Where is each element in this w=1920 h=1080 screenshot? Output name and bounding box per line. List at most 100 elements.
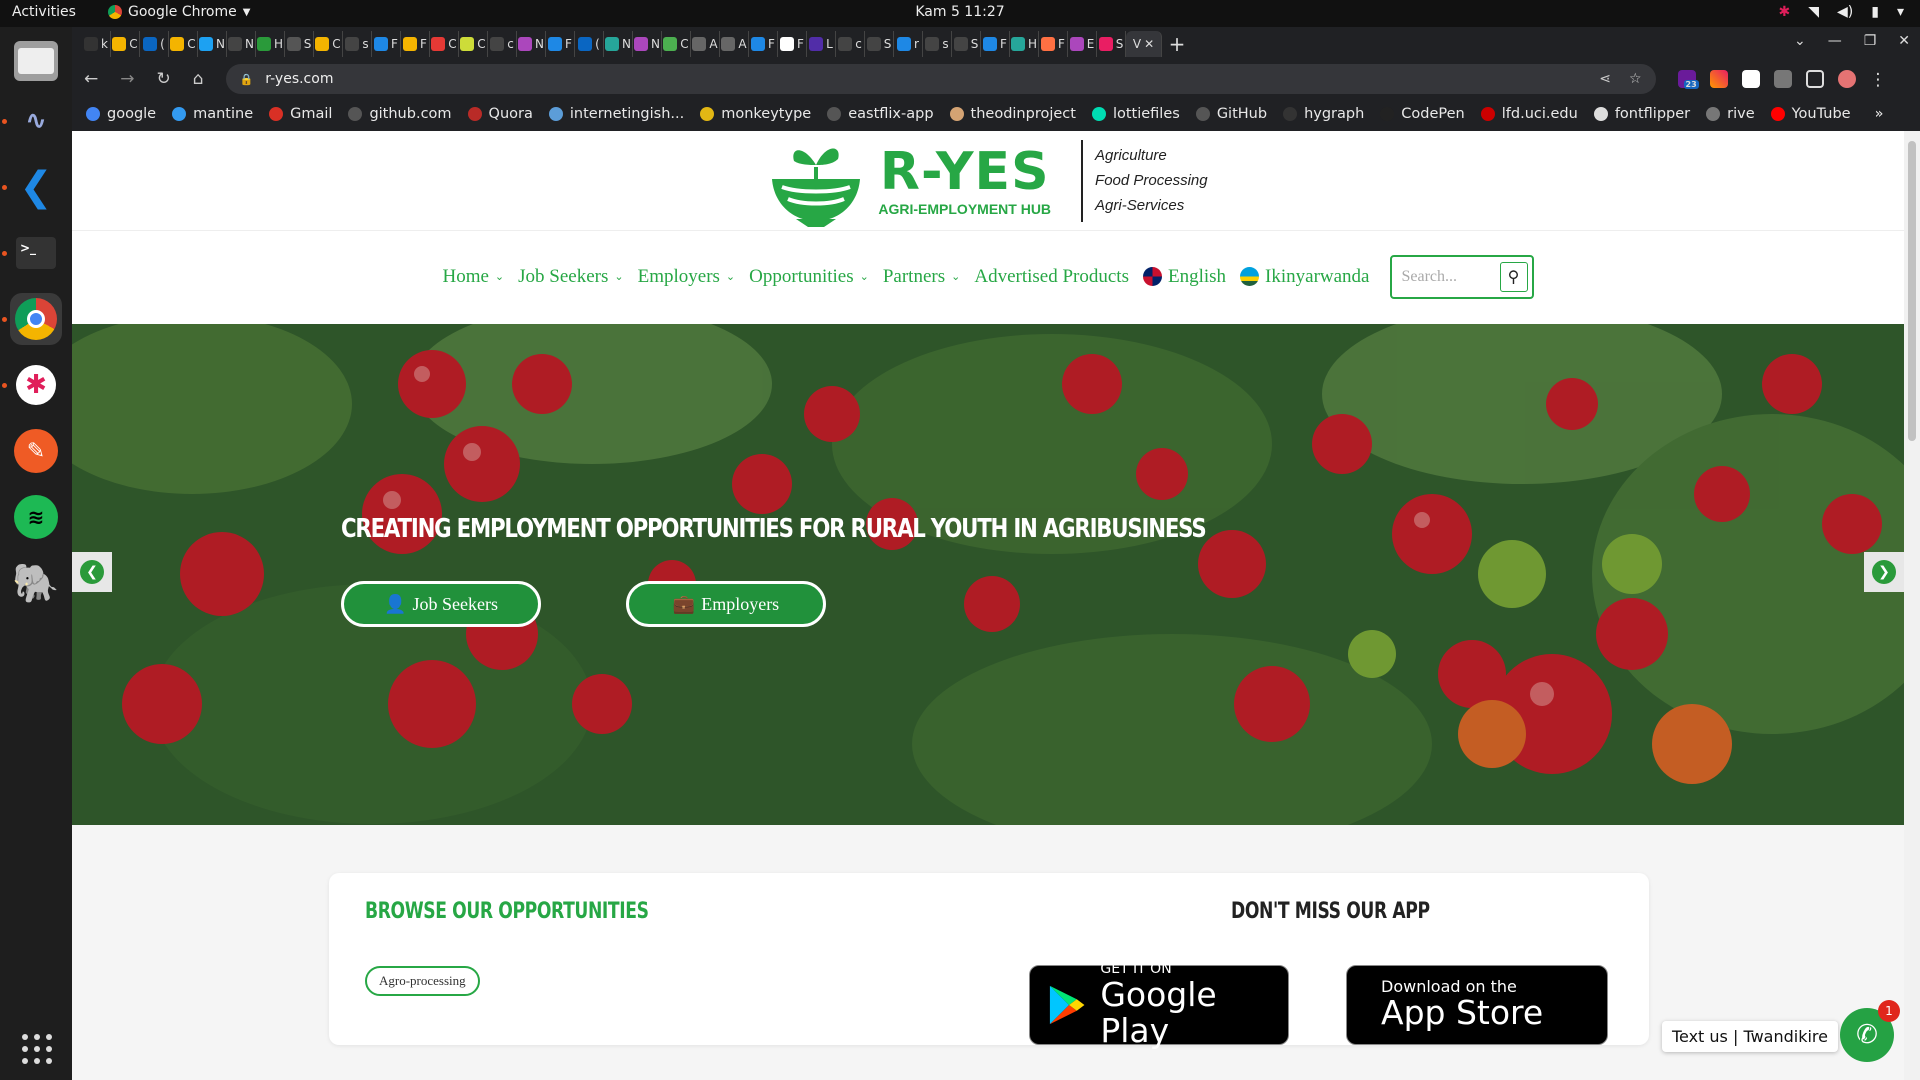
bookmark-item[interactable]: monkeytype	[700, 106, 811, 122]
app-store-button[interactable]: Download on the App Store	[1346, 965, 1608, 1045]
browser-tab[interactable]: s	[923, 30, 952, 57]
battery-icon[interactable]: ▮	[1871, 4, 1879, 20]
browser-tab[interactable]: r	[894, 30, 923, 57]
language-english[interactable]: English	[1142, 266, 1226, 288]
share-icon[interactable]: ⋖	[1599, 71, 1611, 87]
browser-tab[interactable]: H	[256, 30, 285, 57]
bookmark-item[interactable]: eastflix-app	[827, 106, 934, 122]
browser-tab[interactable]: N	[198, 30, 227, 57]
browser-tab[interactable]: N	[604, 30, 633, 57]
browser-tab[interactable]: F	[401, 30, 430, 57]
clock[interactable]: Kam 5 11:27	[915, 4, 1004, 20]
postman-icon[interactable]: ✎	[10, 425, 62, 477]
slider-prev-button[interactable]: ❮	[72, 552, 112, 592]
bookmark-item[interactable]: rive	[1706, 106, 1755, 122]
browser-tab[interactable]: S	[1097, 30, 1126, 57]
bookmark-item[interactable]: mantine	[172, 106, 253, 122]
browser-tab-active[interactable]: V ✕	[1126, 30, 1162, 57]
browser-tab[interactable]: E	[1068, 30, 1097, 57]
show-apps-icon[interactable]	[22, 1034, 52, 1064]
bookmark-item[interactable]: GitHub	[1195, 106, 1267, 122]
close-window-icon[interactable]: ✕	[1898, 33, 1910, 49]
browser-tab[interactable]: N	[517, 30, 546, 57]
browser-tab[interactable]: F	[981, 30, 1010, 57]
whatsapp-button[interactable]: ✆ 1	[1840, 1000, 1900, 1062]
url-text[interactable]: r-yes.com	[265, 71, 333, 87]
maximize-icon[interactable]: ❐	[1864, 33, 1877, 49]
chat-label[interactable]: Text us | Twandikire	[1661, 1021, 1838, 1052]
activities-button[interactable]: Activities	[12, 4, 76, 20]
slack-icon[interactable]: ✱	[2, 359, 62, 411]
browser-tab[interactable]: (	[140, 30, 169, 57]
hero-job-seekers-button[interactable]: 👤 Job Seekers	[341, 581, 541, 627]
browser-tab[interactable]: S	[285, 30, 314, 57]
home-icon[interactable]: ⌂	[193, 69, 204, 89]
browser-tab[interactable]: F	[546, 30, 575, 57]
postgres-icon[interactable]: 🐘	[10, 557, 62, 609]
browser-tab[interactable]: S	[952, 30, 981, 57]
browser-tab[interactable]: A	[691, 30, 720, 57]
volume-icon[interactable]: ◀)	[1837, 4, 1853, 20]
browser-tab[interactable]: C	[111, 30, 140, 57]
browser-tab[interactable]: c	[836, 30, 865, 57]
color-picker-icon[interactable]	[1709, 70, 1728, 88]
browser-tab[interactable]: F	[778, 30, 807, 57]
browser-tab[interactable]: s	[343, 30, 372, 57]
nav-item-partners[interactable]: Partners ⌄	[883, 266, 960, 288]
bookmark-item[interactable]: fontflipper	[1593, 106, 1690, 122]
bookmark-star-icon[interactable]: ☆	[1629, 71, 1642, 87]
vscode-icon[interactable]: ❮	[2, 161, 62, 213]
new-tab-icon[interactable]: +	[1162, 32, 1192, 56]
wifi-icon[interactable]: ◥	[1808, 4, 1819, 20]
browser-tab[interactable]: C	[662, 30, 691, 57]
nav-item-employers[interactable]: Employers ⌄	[638, 266, 736, 288]
system-tray[interactable]: ✱ ◥ ◀) ▮ ▾	[1779, 4, 1905, 20]
scrollbar-thumb[interactable]	[1908, 141, 1916, 441]
browser-tab[interactable]: F	[749, 30, 778, 57]
tab-search-icon[interactable]: ⌄	[1794, 33, 1806, 49]
bookmark-item[interactable]: YouTube	[1770, 106, 1851, 122]
profile-avatar[interactable]	[1837, 70, 1856, 88]
nav-item-opportunities[interactable]: Opportunities ⌄	[749, 266, 869, 288]
browser-tab[interactable]: k	[82, 30, 111, 57]
bookmark-item[interactable]: lottiefiles	[1091, 106, 1180, 122]
browser-tab[interactable]: N	[633, 30, 662, 57]
bookmark-item[interactable]: CodePen	[1380, 106, 1465, 122]
browser-tab[interactable]: H	[1010, 30, 1039, 57]
search-icon[interactable]: ⚲	[1499, 261, 1528, 292]
nav-item-advertised-products[interactable]: Advertised Products	[974, 266, 1129, 288]
hero-employers-button[interactable]: 💼 Employers	[626, 581, 826, 627]
browser-tab[interactable]: (	[575, 30, 604, 57]
site-search[interactable]: Search... ⚲	[1389, 254, 1534, 299]
terminal-icon[interactable]: >_	[2, 227, 62, 279]
browser-tab[interactable]: S	[865, 30, 894, 57]
reload-icon[interactable]: ↻	[157, 69, 171, 89]
nav-item-job-seekers[interactable]: Job Seekers ⌄	[518, 266, 623, 288]
bookmark-item[interactable]: github.com	[348, 106, 452, 122]
browser-tab[interactable]: C	[459, 30, 488, 57]
browser-tab[interactable]: C	[430, 30, 459, 57]
language-kinyarwanda[interactable]: Ikinyarwanda	[1240, 266, 1370, 288]
close-tab-icon[interactable]: ✕	[1144, 37, 1154, 51]
slider-next-button[interactable]: ❯	[1864, 552, 1904, 592]
bookmark-item[interactable]: google	[86, 106, 156, 122]
browser-tab[interactable]: F	[372, 30, 401, 57]
menu-icon[interactable]: ⋮	[1870, 70, 1888, 90]
system-monitor-icon[interactable]: ∿	[2, 95, 62, 147]
page-scrollbar[interactable]	[1904, 131, 1920, 1080]
browser-tab[interactable]: L	[807, 30, 836, 57]
app-menu[interactable]: Google Chrome ▼	[108, 4, 250, 20]
bookmark-item[interactable]: Quora	[467, 106, 533, 122]
browser-tab[interactable]: A	[720, 30, 749, 57]
bookmarks-overflow-button[interactable]: »	[1875, 106, 1884, 122]
bookmark-item[interactable]: Gmail	[269, 106, 332, 122]
search-input[interactable]: Search...	[1402, 268, 1458, 286]
chrome-dock-icon[interactable]	[2, 293, 62, 345]
minimize-icon[interactable]: —	[1828, 33, 1842, 49]
browser-tab[interactable]: C	[314, 30, 343, 57]
files-app-icon[interactable]	[14, 41, 58, 81]
bookmark-item[interactable]: theodinproject	[949, 106, 1076, 122]
address-bar[interactable]: 🔒 r-yes.com ⋖ ☆	[225, 64, 1656, 94]
browser-tab[interactable]: c	[488, 30, 517, 57]
power-menu-icon[interactable]: ▾	[1897, 4, 1904, 20]
